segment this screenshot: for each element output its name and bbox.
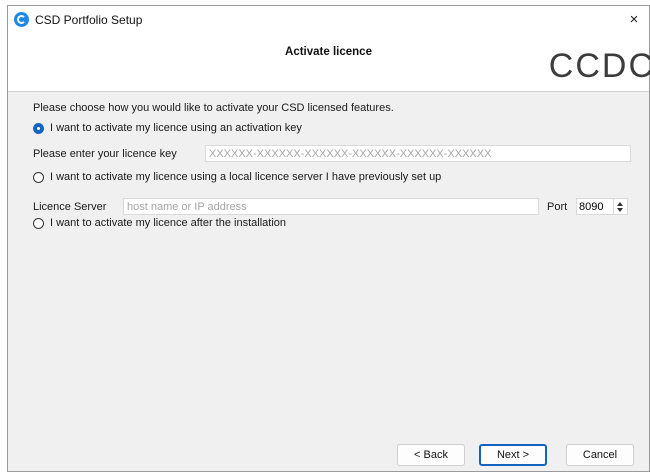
cancel-button[interactable]: Cancel xyxy=(566,444,634,466)
option-activation-key[interactable]: I want to activate my licence using an a… xyxy=(33,122,302,134)
spin-up-icon[interactable] xyxy=(617,202,623,206)
close-button[interactable]: × xyxy=(619,6,649,33)
title-bar: CSD Portfolio Setup × xyxy=(8,6,649,34)
option-after-install[interactable]: I want to activate my licence after the … xyxy=(33,217,286,229)
radio-after-install[interactable] xyxy=(33,217,44,229)
spin-down-icon[interactable] xyxy=(617,208,623,212)
wizard-header: Activate licence CCDC xyxy=(8,33,650,92)
licence-key-label: Please enter your licence key xyxy=(33,148,177,160)
intro-text: Please choose how you would like to acti… xyxy=(33,102,394,114)
option-activation-key-label: I want to activate my licence using an a… xyxy=(50,122,302,134)
wizard-content: Please choose how you would like to acti… xyxy=(8,92,649,471)
radio-activation-key[interactable] xyxy=(33,122,44,134)
brand-logo: CCDC xyxy=(548,47,650,85)
port-spinner[interactable] xyxy=(614,198,628,215)
radio-licence-server[interactable] xyxy=(33,171,44,183)
app-icon xyxy=(14,12,29,27)
next-button[interactable]: Next > xyxy=(479,444,547,466)
licence-key-input[interactable] xyxy=(205,145,631,162)
option-licence-server[interactable]: I want to activate my licence using a lo… xyxy=(33,171,441,183)
back-button[interactable]: < Back xyxy=(397,444,465,466)
window-title: CSD Portfolio Setup xyxy=(35,13,143,27)
licence-server-label: Licence Server xyxy=(33,201,107,213)
option-licence-server-label: I want to activate my licence using a lo… xyxy=(50,171,442,183)
port-input[interactable] xyxy=(576,198,614,215)
port-label: Port xyxy=(547,201,568,213)
setup-window: CSD Portfolio Setup × Activate licence C… xyxy=(7,5,650,472)
option-after-install-label: I want to activate my licence after the … xyxy=(50,217,287,229)
licence-server-input[interactable] xyxy=(123,198,539,215)
